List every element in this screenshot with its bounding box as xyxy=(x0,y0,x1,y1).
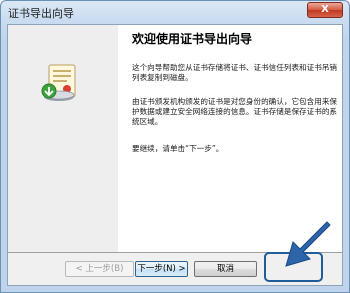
pointer-arrow-icon xyxy=(285,221,331,267)
